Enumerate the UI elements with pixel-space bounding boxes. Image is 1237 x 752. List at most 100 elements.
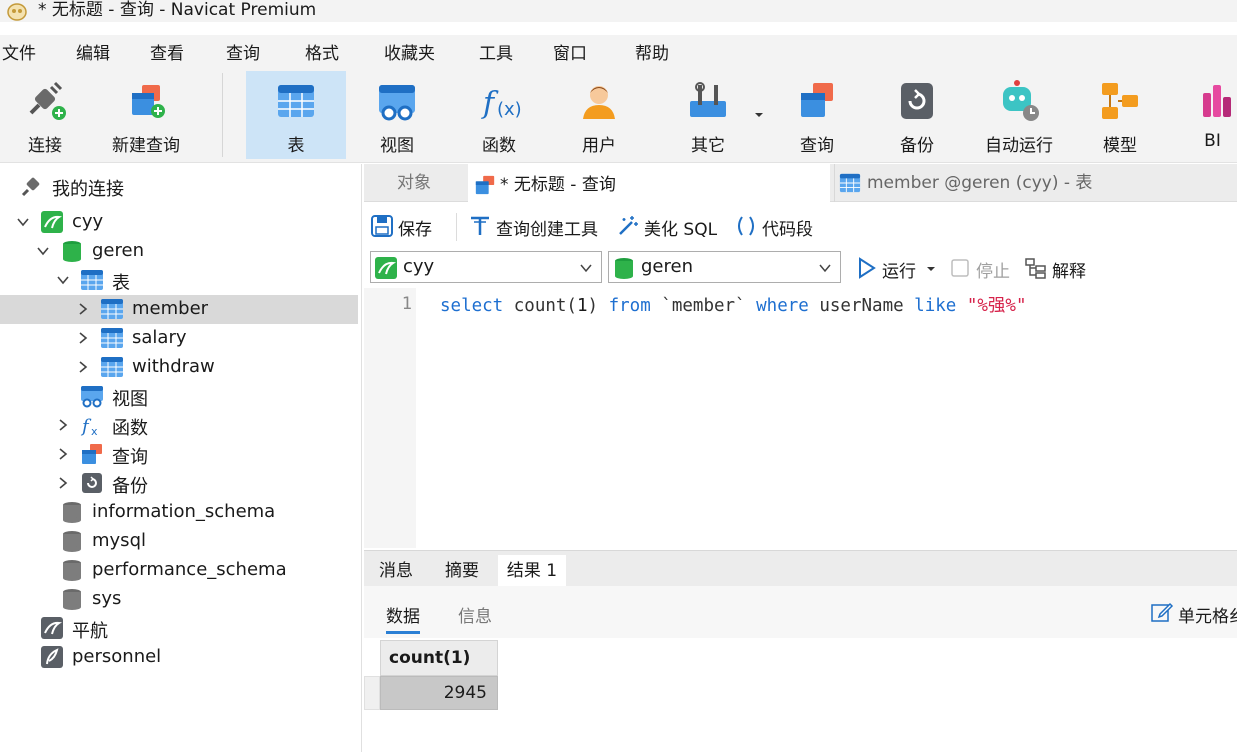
tree-connection-pinghang[interactable]: 平航 [0,614,358,643]
tree-database-geren[interactable]: geren [0,237,358,266]
query-button[interactable]: 查询 [772,71,862,159]
tree-database-label: sys [92,588,122,609]
tree-database-performance-schema[interactable]: performance_schema [0,556,358,585]
backup-button[interactable]: 备份 [872,71,962,159]
query-toolbar: 保存 查询创建工具 美化 SQL 代码段 [364,203,1237,249]
chevron-right-icon[interactable] [56,447,70,461]
tree-database-label: performance_schema [92,559,287,580]
sql-code-line[interactable]: select count(1) from `member` where user… [440,292,1027,317]
menu-file[interactable]: 文件 [2,39,36,64]
automation-button[interactable]: 自动运行 [974,71,1064,159]
chevron-down-icon[interactable] [16,215,30,229]
user-icon [583,86,615,119]
user-label: 用户 [582,136,616,156]
result-subtab-bar: 数据 信息 单元格纟 [364,586,1237,638]
subtab-info[interactable]: 信息 [458,602,492,627]
code-snippet-button[interactable]: 代码段 [734,213,824,241]
sql-column-ref: userName [808,296,915,316]
other-dropdown-icon[interactable] [754,111,764,119]
tab-untitled-query[interactable]: * 无标题 - 查询 [468,164,830,202]
row-selector[interactable] [364,676,380,710]
run-dropdown-icon[interactable] [926,265,936,273]
window-title: * 无标题 - 查询 - Navicat Premium [38,0,317,20]
tree-backups-label: 备份 [112,476,148,497]
function-button[interactable]: f (x) 函数 [454,71,544,159]
menu-format[interactable]: 格式 [305,39,339,64]
chevron-down-icon[interactable] [56,273,70,287]
tree-table-label: withdraw [132,356,215,377]
plug-icon [29,81,66,120]
subtab-data[interactable]: 数据 [386,602,420,634]
table-icon [81,270,103,290]
bi-button[interactable]: BI [1188,71,1237,159]
tab-summary[interactable]: 摘要 [430,555,494,587]
tree-table-member[interactable]: member [0,295,358,324]
tree-header-my-connections[interactable]: 我的连接 [0,172,358,201]
menu-tools[interactable]: 工具 [479,39,513,64]
tree-table-withdraw[interactable]: withdraw [0,353,358,382]
result-cell[interactable]: 2945 [380,676,498,710]
tree-connection-label: personnel [72,646,162,667]
menu-view[interactable]: 查看 [150,39,184,64]
tree-backups-group[interactable]: 备份 [0,469,358,498]
tab-objects[interactable]: 对象 [364,164,464,202]
tree-connection-label: 平航 [72,621,108,642]
menu-query[interactable]: 查询 [226,39,260,64]
model-button[interactable]: 模型 [1076,71,1164,159]
tree-tables-label: 表 [112,273,130,294]
chevron-right-icon[interactable] [56,476,70,490]
sql-number: 1 [576,296,588,316]
other-button[interactable]: 其它 [664,71,752,159]
tree-tables-group[interactable]: 表 [0,266,358,295]
chevron-right-icon[interactable] [76,331,90,345]
tree-database-mysql[interactable]: mysql [0,527,358,556]
toolbar-separator [456,213,457,241]
bi-chart-icon [1202,85,1231,117]
tree-queries-group[interactable]: 查询 [0,440,358,469]
result-tab-bar: 消息 摘要 结果 1 [364,550,1237,587]
chevron-right-icon[interactable] [56,418,70,432]
main-toolbar: 连接 新建查询 表 视图 f (x) 函数 用户 其它 查询 备份 自动运行 模… [0,67,1237,163]
view-button[interactable]: 视图 [352,71,442,159]
tree-connection-cyy[interactable]: cyy [0,208,358,237]
menu-favorites[interactable]: 收藏夹 [384,39,435,64]
tree-database-information-schema[interactable]: information_schema [0,498,358,527]
tree-database-label: information_schema [92,501,276,522]
tab-messages[interactable]: 消息 [366,555,426,587]
query-label: 查询 [800,136,834,156]
menu-edit[interactable]: 编辑 [76,39,110,64]
save-button[interactable]: 保存 [370,213,450,241]
run-button[interactable]: 运行 [854,255,938,283]
table-icon [101,299,123,319]
chevron-down-icon[interactable] [36,244,50,258]
tree-database-sys[interactable]: sys [0,585,358,614]
menu-help[interactable]: 帮助 [635,39,669,64]
database-select[interactable]: geren [608,251,841,283]
connect-button[interactable]: 连接 [0,71,90,159]
menu-window[interactable]: 窗口 [553,39,587,64]
mysql-connection-icon [375,257,397,279]
query-builder-button[interactable]: 查询创建工具 [468,213,608,241]
explain-icon [1025,258,1046,279]
chevron-right-icon[interactable] [76,360,90,374]
new-query-icon [132,85,165,118]
tree-queries-label: 查询 [112,447,148,468]
sql-editor[interactable]: 1 select count(1) from `member` where us… [364,288,1237,548]
beautify-sql-button[interactable]: 美化 SQL [616,213,726,241]
tree-connection-personnel[interactable]: personnel [0,643,358,672]
tab-result-1[interactable]: 结果 1 [498,555,566,587]
stop-button[interactable]: 停止 [948,255,1018,283]
mysql-connection-icon [41,211,63,233]
new-query-button[interactable]: 新建查询 [100,71,192,159]
tree-functions-group[interactable]: fx 函数 [0,411,358,440]
column-header[interactable]: count(1) [380,640,498,676]
user-button[interactable]: 用户 [554,71,644,159]
explain-button[interactable]: 解释 [1024,255,1104,283]
tab-member-table[interactable]: member @geren (cyy) - 表 [834,164,1194,202]
connection-select[interactable]: cyy [370,251,602,283]
chevron-right-icon[interactable] [76,302,90,316]
tree-table-salary[interactable]: salary [0,324,358,353]
tree-views-group[interactable]: 视图 [0,382,358,411]
sql-close-paren: ) [587,296,609,316]
table-button[interactable]: 表 [246,71,346,159]
